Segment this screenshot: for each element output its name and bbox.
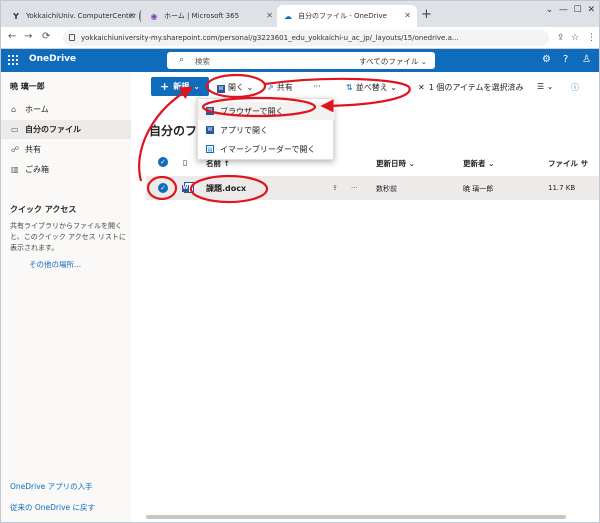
classic-onedrive-link[interactable]: 従来の OneDrive に戻す: [10, 502, 95, 513]
close-tab-icon[interactable]: ✕: [266, 11, 273, 20]
tab-computer-center[interactable]: Y YokkaichiUniv. ComputerCenter | ✕: [5, 5, 141, 27]
quick-access-title: クイック アクセス: [10, 205, 77, 214]
sidebar-item-recycle-bin[interactable]: ▥ ごみ箱: [1, 160, 131, 179]
bookmark-star-icon[interactable]: ☆: [571, 33, 579, 43]
row-checkbox[interactable]: ✓: [158, 183, 168, 193]
tab-microsoft-365[interactable]: ◉ ホーム | Microsoft 365 ✕: [143, 5, 279, 27]
word-document-icon: W: [182, 182, 194, 193]
home-icon: ⌂: [11, 105, 17, 114]
share-button[interactable]: ⇗ 共有: [267, 82, 293, 93]
forward-arrow-icon[interactable]: →: [24, 31, 32, 42]
clear-selection[interactable]: ✕ 1 個のアイテムを選択済み: [418, 82, 524, 93]
view-options-button[interactable]: ☰ ⌄: [537, 82, 553, 91]
window-controls[interactable]: ⌄ — ☐ ✕: [546, 5, 595, 15]
more-places-link[interactable]: その他の場所...: [29, 259, 81, 270]
share-page-icon[interactable]: ⇪: [557, 33, 565, 43]
list-view-icon: ☰: [537, 82, 545, 91]
tab-title: ホーム | Microsoft 365: [164, 12, 240, 20]
word-icon: W: [217, 85, 225, 93]
settings-gear-icon[interactable]: ⚙: [542, 54, 551, 65]
sort-icon: ⇅: [346, 83, 353, 92]
onedrive-cloud-icon: ☁: [284, 11, 292, 21]
table-row[interactable]: ✓ W 課題.docx ⇪ ··· 数秒前 暁 璃一郎 11.7 KB: [146, 176, 599, 200]
more-commands-button[interactable]: ···: [313, 82, 321, 91]
scrollbar-thumb[interactable]: [146, 515, 566, 519]
immersive-reader-icon: ▤: [206, 145, 214, 153]
column-modified[interactable]: 更新日時 ⌄: [376, 158, 415, 169]
size-cell: 11.7 KB: [548, 184, 576, 192]
file-name-link[interactable]: 課題.docx: [206, 183, 246, 194]
horizontal-scrollbar[interactable]: [146, 514, 586, 520]
app-launcher-icon[interactable]: [8, 55, 18, 65]
university-favicon-icon: Y: [13, 11, 19, 21]
sidebar-item-my-files[interactable]: ▭ 自分のファイル: [1, 120, 131, 139]
browser-menu-icon[interactable]: ⋮: [587, 33, 596, 43]
sort-button[interactable]: ⇅ 並べ替え ⌄: [346, 82, 397, 93]
menu-item-open-in-app[interactable]: W アプリで開く: [198, 121, 335, 139]
menu-item-immersive-reader[interactable]: ▤ イマーシブリーダーで開く: [198, 140, 335, 158]
browser-window: Y YokkaichiUniv. ComputerCenter | ✕ ◉ ホー…: [0, 0, 600, 523]
help-icon[interactable]: ?: [563, 54, 568, 65]
quick-access-description: 共有ライブラリからファイルを開くと、このクイック アクセス リストに表示されます…: [10, 222, 126, 252]
more-actions-icon[interactable]: ···: [351, 184, 358, 192]
menu-item-open-in-browser[interactable]: W ブラウザーで開く: [198, 102, 335, 120]
user-name: 暁 璃一郎: [10, 82, 45, 91]
new-button[interactable]: + 新規 ⌄: [151, 77, 209, 96]
plus-icon: +: [160, 80, 170, 93]
modified-by-cell: 暁 璃一郎: [463, 185, 494, 193]
modified-cell: 数秒前: [376, 185, 397, 193]
share-icon: ⇗: [267, 83, 274, 92]
search-placeholder: 検索: [195, 57, 210, 66]
new-tab-button[interactable]: +: [421, 7, 432, 22]
word-icon: W: [206, 107, 214, 115]
chevron-down-icon: ⌄: [193, 82, 200, 91]
tab-onedrive[interactable]: ☁ 自分のファイル - OneDrive ✕: [277, 5, 417, 27]
sidebar-item-shared[interactable]: ☍ 共有: [1, 140, 131, 159]
address-bar: ← → ⟳ yokkaichiuniversity-my.sharepoint.…: [1, 27, 599, 49]
back-arrow-icon[interactable]: ←: [8, 31, 16, 42]
app-title[interactable]: OneDrive: [29, 54, 76, 64]
reload-icon[interactable]: ⟳: [42, 31, 50, 42]
url-field[interactable]: yokkaichiuniversity-my.sharepoint.com/pe…: [63, 30, 549, 46]
column-size[interactable]: ファイル サ: [548, 158, 588, 169]
select-all-checkbox[interactable]: ✓: [158, 157, 168, 167]
search-icon: ⌕: [179, 55, 185, 65]
search-box[interactable]: ⌕ 検索 すべてのファイル ⌄: [167, 52, 435, 69]
word-icon: W: [206, 126, 214, 134]
info-icon[interactable]: ⓘ: [571, 82, 579, 93]
share-file-icon[interactable]: ⇪: [332, 184, 338, 192]
tab-title: YokkaichiUniv. ComputerCenter |: [26, 12, 141, 20]
lock-icon[interactable]: [69, 34, 75, 41]
people-icon: ☍: [11, 145, 20, 154]
sidebar-item-home[interactable]: ⌂ ホーム: [1, 100, 131, 119]
get-app-link[interactable]: OneDrive アプリの入手: [10, 481, 93, 492]
trash-icon: ▥: [11, 165, 19, 174]
open-dropdown-menu: W ブラウザーで開く W アプリで開く ▤ イマーシブリーダーで開く: [197, 98, 335, 160]
open-button[interactable]: W 開く ⌄: [217, 82, 253, 93]
onedrive-header: OneDrive ⌕ 検索 すべてのファイル ⌄ ⚙ ? ♙: [1, 49, 599, 72]
file-type-header-icon[interactable]: ▯: [183, 158, 187, 167]
microsoft-365-icon: ◉: [150, 11, 158, 21]
tab-title: 自分のファイル - OneDrive: [298, 12, 387, 20]
sidebar: 暁 璃一郎 ⌂ ホーム ▭ 自分のファイル ☍ 共有 ▥ ごみ箱 クイック アクセス 共…: [1, 72, 131, 522]
search-scope-dropdown[interactable]: すべてのファイル ⌄: [359, 56, 427, 67]
close-icon: ✕: [418, 83, 425, 92]
close-tab-icon[interactable]: ✕: [128, 11, 135, 20]
tab-strip: Y YokkaichiUniv. ComputerCenter | ✕ ◉ ホー…: [1, 1, 599, 27]
account-icon[interactable]: ♙: [582, 54, 591, 65]
command-bar: + 新規 ⌄ W 開く ⌄ ⇗ 共有 ··· ⇅ 並べ替え ⌄ ✕ 1 個のアイテムを選択済…: [131, 72, 599, 100]
close-tab-icon[interactable]: ✕: [404, 11, 411, 20]
column-modified-by[interactable]: 更新者 ⌄: [463, 158, 494, 169]
folder-icon: ▭: [11, 125, 19, 134]
